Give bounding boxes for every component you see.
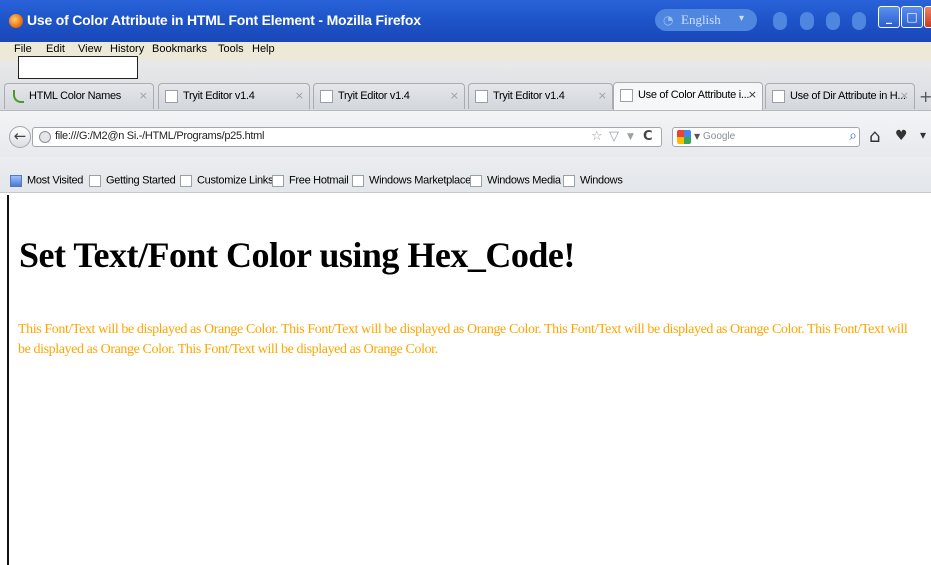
bookmark-label: Customize Links — [197, 174, 274, 187]
bookmark-label: Getting Started — [106, 174, 176, 187]
bookmark-customize-links[interactable]: Customize Links — [180, 170, 274, 187]
bookmark-label: Windows Marketplace — [369, 174, 471, 187]
tab-close-icon[interactable]: × — [598, 89, 607, 102]
tab-tryit-editor[interactable]: Tryit Editor v1.4 × — [468, 83, 613, 109]
overflow-menu-icon[interactable]: ▾ — [920, 128, 926, 142]
language-dropdown-icon: ▾ — [739, 13, 745, 24]
bookmark-windows-media[interactable]: Windows Media — [470, 170, 561, 187]
tab-strip: HTML Color Names × Tryit Editor v1.4 × T… — [0, 60, 931, 111]
menu-history[interactable]: History — [110, 43, 144, 55]
tab-label: Use of Dir Attribute in H... — [790, 90, 906, 102]
orange-paragraph: This Font/Text will be displayed as Oran… — [18, 322, 908, 357]
bookmark-windows-marketplace[interactable]: Windows Marketplace — [352, 170, 471, 187]
bookmark-page-icon — [352, 174, 364, 187]
bookmark-page-icon — [272, 174, 284, 187]
new-tab-button[interactable]: + — [919, 87, 931, 106]
tab-label: Tryit Editor v1.4 — [338, 90, 410, 102]
tray-icon[interactable] — [826, 12, 840, 30]
bookmark-page-icon — [89, 174, 101, 187]
tab-favicon-icon — [320, 90, 333, 103]
tab-close-icon[interactable]: × — [450, 89, 459, 102]
close-button[interactable]: X — [924, 6, 931, 28]
url-bar[interactable]: file:///G:/M2@n Si.-/HTML/Programs/p25.h… — [32, 127, 662, 147]
bookmark-label: Most Visited — [27, 174, 84, 187]
bookmarks-toolbar: Most Visited Getting Started Customize L… — [0, 157, 931, 193]
tab-label: Use of Color Attribute i... — [638, 89, 750, 101]
search-input[interactable]: Google — [703, 131, 735, 142]
most-visited-icon — [10, 174, 22, 187]
tray-icon[interactable] — [852, 12, 866, 30]
engine-dropdown-icon[interactable]: ▼ — [694, 132, 700, 141]
window-left-border — [7, 195, 9, 565]
language-selector[interactable]: ◔ English ▾ — [655, 9, 757, 31]
tab-close-icon[interactable]: × — [748, 88, 757, 101]
search-icon[interactable]: ⌕ — [849, 128, 857, 144]
search-bar[interactable]: ▼ Google ⌕ — [672, 127, 860, 147]
navigation-bar: ← file:///G:/M2@n Si.-/HTML/Programs/p25… — [0, 111, 931, 157]
language-globe-icon: ◔ — [663, 13, 674, 27]
tray-icon[interactable] — [773, 12, 787, 30]
menu-tools[interactable]: Tools — [218, 43, 244, 55]
bookmark-getting-started[interactable]: Getting Started — [89, 170, 176, 187]
bookmark-free-hotmail[interactable]: Free Hotmail — [272, 170, 349, 187]
tab-tryit-editor[interactable]: Tryit Editor v1.4 × — [313, 83, 465, 109]
page-heading: Set Text/Font Color using Hex_Code! — [19, 235, 575, 275]
tab-use-of-dir-attribute[interactable]: Use of Dir Attribute in H... × — [765, 83, 915, 109]
bookmark-star-icon[interactable]: ☆ — [591, 129, 603, 144]
pocket-icon[interactable]: ♥ — [895, 128, 908, 144]
menu-bar: File Edit View History Bookmarks Tools H… — [0, 42, 931, 60]
tab-favicon-icon — [11, 90, 24, 103]
bookmark-label: Free Hotmail — [289, 174, 349, 187]
google-engine-icon[interactable] — [677, 130, 691, 144]
bookmark-page-icon — [180, 174, 192, 187]
bookmark-page-icon — [470, 174, 482, 187]
window-title: Use of Color Attribute in HTML Font Elem… — [27, 12, 421, 28]
tab-close-icon[interactable]: × — [900, 89, 909, 102]
maximize-button[interactable]: □ — [901, 6, 923, 28]
bookmark-label: Windows — [580, 174, 623, 187]
menu-help[interactable]: Help — [252, 43, 275, 55]
bookmark-page-icon — [563, 174, 575, 187]
redaction-box — [18, 56, 138, 79]
tab-favicon-icon — [772, 90, 785, 103]
tab-label: HTML Color Names — [29, 90, 121, 102]
firefox-logo-icon — [9, 14, 23, 28]
menu-bookmarks[interactable]: Bookmarks — [152, 43, 207, 55]
bookmark-most-visited[interactable]: Most Visited — [10, 170, 84, 187]
back-button[interactable]: ← — [9, 126, 31, 148]
tab-favicon-icon — [165, 90, 178, 103]
page-viewport: Set Text/Font Color using Hex_Code! This… — [9, 194, 931, 565]
menu-file[interactable]: File — [14, 43, 32, 55]
home-icon[interactable]: ⌂ — [869, 126, 880, 147]
menu-view[interactable]: View — [78, 43, 102, 55]
title-bar: Use of Color Attribute in HTML Font Elem… — [0, 0, 931, 42]
bookmark-windows[interactable]: Windows — [563, 170, 623, 187]
browser-window: Use of Color Attribute in HTML Font Elem… — [0, 0, 931, 565]
language-label: English — [681, 12, 721, 27]
tab-label: Tryit Editor v1.4 — [183, 90, 255, 102]
tab-favicon-icon — [620, 89, 633, 102]
tab-favicon-icon — [475, 90, 488, 103]
menu-edit[interactable]: Edit — [46, 43, 65, 55]
tab-use-of-color-attribute[interactable]: Use of Color Attribute i... × — [613, 82, 763, 110]
tray-icon[interactable] — [800, 12, 814, 30]
history-dropdown-icon[interactable]: ▼ — [627, 132, 634, 142]
reload-icon[interactable]: C — [643, 129, 653, 144]
tab-close-icon[interactable]: × — [295, 89, 304, 102]
minimize-button[interactable]: _ — [878, 6, 900, 28]
tab-label: Tryit Editor v1.4 — [493, 90, 565, 102]
url-input[interactable]: file:///G:/M2@n Si.-/HTML/Programs/p25.h… — [55, 130, 264, 142]
bookmark-label: Windows Media — [487, 174, 561, 187]
site-identity-icon[interactable] — [39, 131, 51, 143]
tab-html-color-names[interactable]: HTML Color Names × — [4, 83, 154, 109]
reader-icon[interactable]: ▽ — [609, 129, 619, 144]
tab-close-icon[interactable]: × — [139, 89, 148, 102]
tab-tryit-editor[interactable]: Tryit Editor v1.4 × — [158, 83, 310, 109]
